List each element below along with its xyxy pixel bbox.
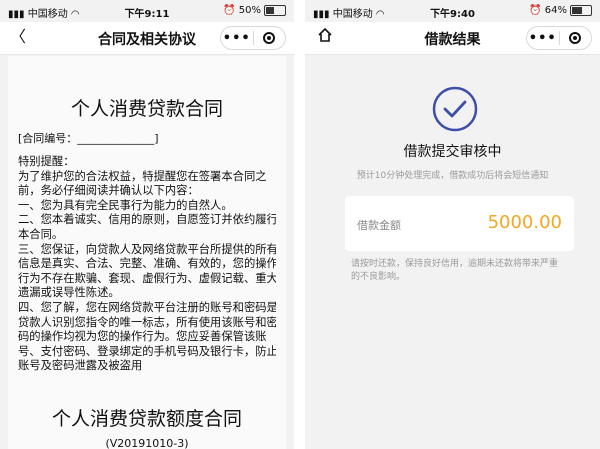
status-bar: ▮▮▮ 中国移动 ◠ 下午9:40 ⏰ 64% [305,0,600,22]
more-dots-icon[interactable]: ••• [221,31,253,46]
notice-line: 前，务必仔细阅读并确认以下内容： [18,184,199,198]
contract-document[interactable]: 个人消费贷款合同 [合同编号：______________] 特别提醒： 为了维护… [8,56,286,449]
status-bar: ▮▮▮ 中国移动 ◠ 下午9:11 ⏰ 50% [0,0,294,22]
result-title: 借款提交审核中 [403,144,502,160]
contract-title: 个人消费贷款合同 [70,98,223,120]
amount-value: 5000.00 [487,212,562,233]
contract-number: [合同编号：______________] [18,132,159,145]
amount-card: 借款金额 5000.00 [345,196,574,251]
notice-line: 本合同。 [18,227,64,241]
amount-label: 借款金额 [357,219,401,232]
battery-icon [264,5,286,16]
nav-bar: 借款结果 ••• [305,22,600,55]
notice-line: 账号及密码泄露及被盗用 [18,359,143,373]
notice-line: 为了维护您的合法权益，特提醒您在签署本合同之 [18,169,267,183]
battery-percent: 64% [544,5,567,16]
result-tip: 请按时还款，保持良好信用，逾期未还款将带来严重的不良影响。 [351,259,559,282]
alarm-icon: ⏰ [529,5,542,16]
contract-title-2: 个人消费贷款额度合同 [51,408,242,430]
notice-line: 三、您保证，向贷款人及网络贷款平台所提供的所有 [18,242,276,256]
contract-notice: 特别提醒： 为了维护您的合法权益，特提醒您在签署本合同之 前，务必仔细阅读并确认以下… [18,155,276,402]
notice-line: 号、支付密码、登录绑定的手机号码及银行卡，防止 [18,344,276,358]
notice-line: 贷款人识别您指令的唯一标志，所有使用该账号和密 [18,315,276,329]
mini-program-capsule: ••• [220,26,286,50]
mini-program-capsule: ••• [526,26,592,50]
result-description: 预计10分钟处理完成，借款成功后将会短信通知 [356,171,549,181]
right-screen: ▮▮▮ 中国移动 ◠ 下午9:40 ⏰ 64% 借款结果 ••• 借款提交审核中… [305,0,600,449]
nav-bar: 〈 合同及相关协议 ••• [0,22,294,55]
alarm-icon: ⏰ [223,5,236,16]
notice-line: 信息是真实、合法、完整、准确、有效的，您的操作 [18,257,276,271]
notice-line: 一、您为具有完全民事行为能力的自然人。 [18,198,233,212]
notice-line: 遗漏或误导性陈述。 [18,286,120,300]
contract-version: (V20191010-3) [105,437,189,449]
more-dots-icon[interactable]: ••• [527,31,559,46]
left-screen: ▮▮▮ 中国移动 ◠ 下午9:11 ⏰ 50% 〈 合同及相关协议 ••• 个人… [0,0,294,449]
notice-line: 码的操作均视为您的操作行为。您应妥善保管该账 [18,330,267,344]
check-circle-icon [432,86,478,132]
battery-percent: 50% [238,5,261,16]
mini-program-close-icon[interactable] [560,32,592,44]
battery-icon [570,5,592,16]
notice-line: 四、您了解，您在网络贷款平台注册的账号和密码是 [18,300,276,314]
notice-line: 行为不存在欺骗、套现、虚假行为、虚假记载、重大 [18,271,276,285]
notice-line: 特别提醒： [18,155,75,168]
mini-program-close-icon[interactable] [254,32,286,44]
notice-line: 二、您本着诚实、信用的原则，自愿签订并依约履行 [18,213,276,227]
